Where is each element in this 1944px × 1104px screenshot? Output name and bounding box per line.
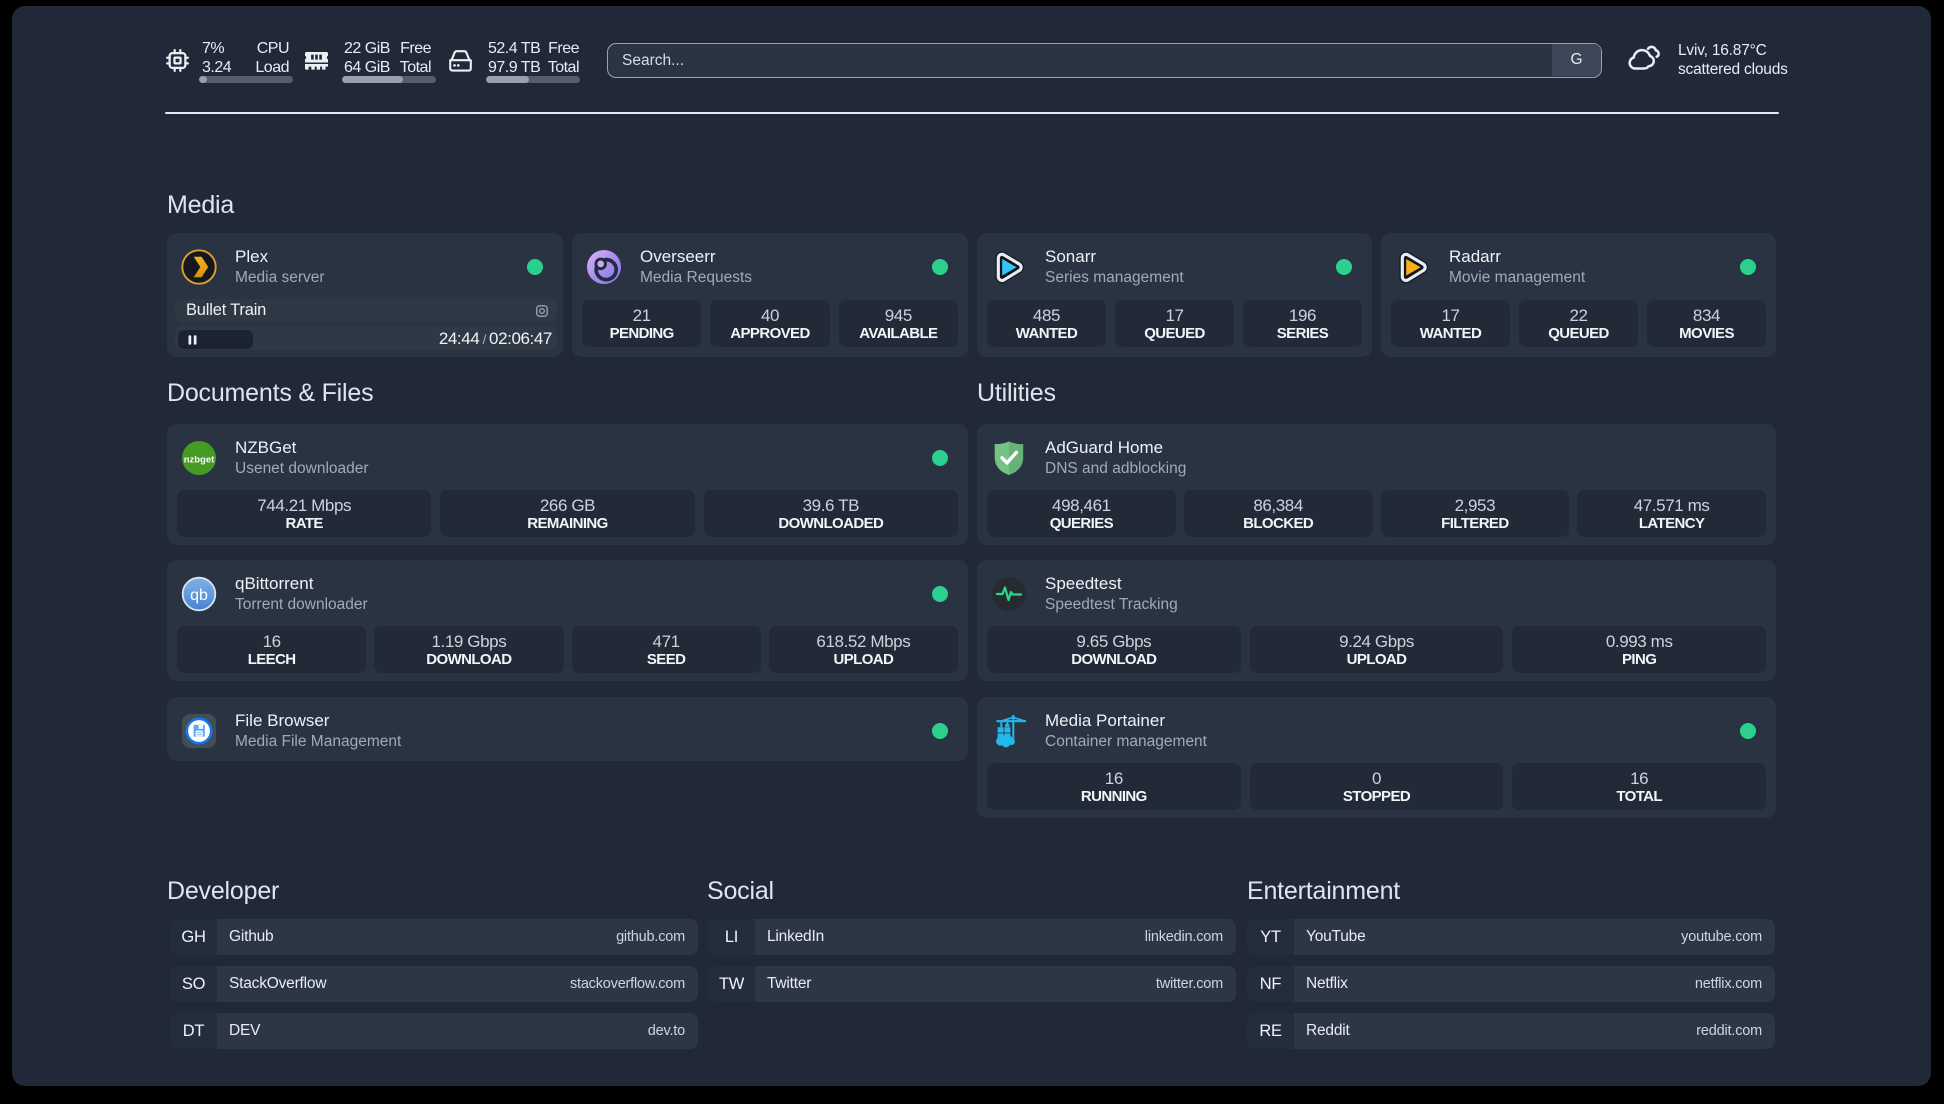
svg-text:qb: qb xyxy=(190,587,208,604)
svg-text:nzbget: nzbget xyxy=(184,455,215,466)
